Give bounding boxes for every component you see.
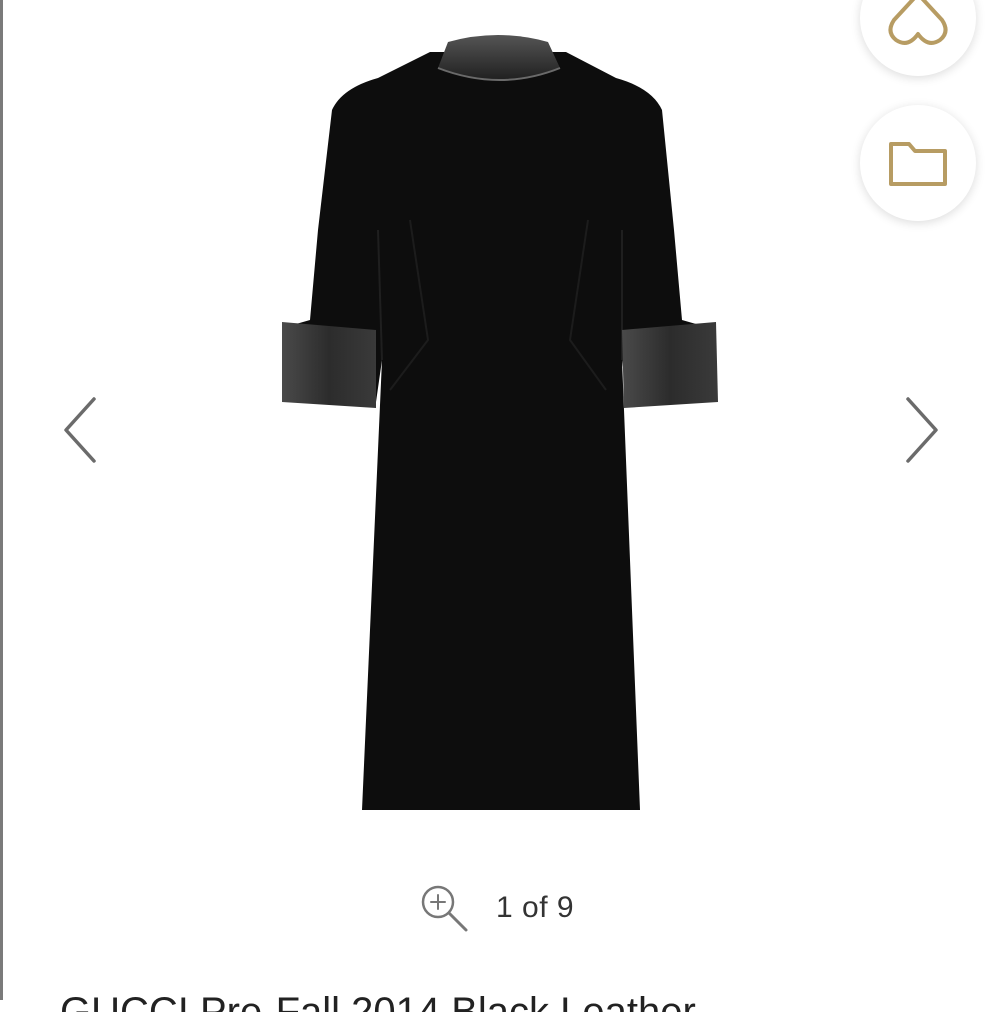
next-image-button[interactable] <box>900 395 944 465</box>
image-counter: 1 of 9 <box>418 880 574 936</box>
chevron-right-icon <box>906 397 938 463</box>
product-image[interactable] <box>270 30 730 830</box>
page-border <box>0 0 3 1000</box>
zoom-button[interactable] <box>418 882 470 934</box>
zoom-in-icon <box>421 885 468 932</box>
product-title: GUCCI Pre-Fall 2014 Black Leather <box>60 990 696 1012</box>
image-counter-text: 1 of 9 <box>496 891 575 924</box>
dress-illustration <box>282 35 718 810</box>
previous-image-button[interactable] <box>58 395 102 465</box>
favorite-button[interactable] <box>860 0 976 76</box>
add-to-collection-button[interactable] <box>860 105 976 221</box>
folder-icon <box>889 142 947 186</box>
chevron-left-icon <box>64 397 96 463</box>
heart-icon <box>888 0 948 45</box>
